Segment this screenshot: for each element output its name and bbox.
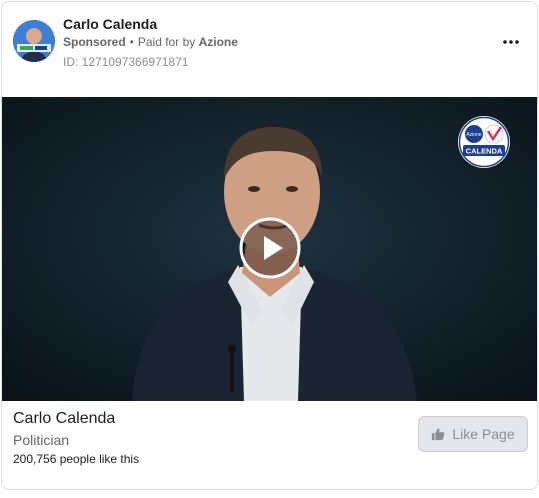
sponsored-label: Sponsored <box>63 35 126 49</box>
more-options-icon <box>503 40 519 44</box>
footer-page-name[interactable]: Carlo Calenda <box>13 410 115 428</box>
avatar[interactable] <box>13 20 55 62</box>
logo-party-text: Azione <box>466 132 482 138</box>
sponsored-line: Sponsored • Paid for by Azione <box>63 35 238 49</box>
paid-for-by-link[interactable]: Azione <box>199 35 238 49</box>
campaign-logo: Azione CALENDA <box>457 115 511 169</box>
ad-card: Carlo Calenda Sponsored • Paid for by Azio… <box>1 1 538 490</box>
like-page-label: Like Page <box>452 426 515 442</box>
page-name-link[interactable]: Carlo Calenda <box>63 16 157 32</box>
page-like-count: 200,756 people like this <box>13 452 140 466</box>
paid-for-prefix: Paid for by <box>137 35 196 49</box>
thumbs-up-icon <box>432 428 445 441</box>
separator-dot: • <box>129 35 134 49</box>
ad-id: ID: 1271097366971871 <box>63 55 189 69</box>
logo-name-text: CALENDA <box>466 147 503 156</box>
ad-header: Carlo Calenda Sponsored • Paid for by Azio… <box>2 2 537 98</box>
page-category: Politician <box>13 432 70 448</box>
play-button[interactable] <box>239 217 301 279</box>
video-player[interactable]: Azione CALENDA <box>2 97 537 401</box>
like-page-button[interactable]: Like Page <box>418 416 528 452</box>
play-icon <box>239 217 301 279</box>
more-options-button[interactable] <box>499 30 523 54</box>
page-info-footer: Carlo Calenda Politician 200,756 people … <box>2 401 537 489</box>
